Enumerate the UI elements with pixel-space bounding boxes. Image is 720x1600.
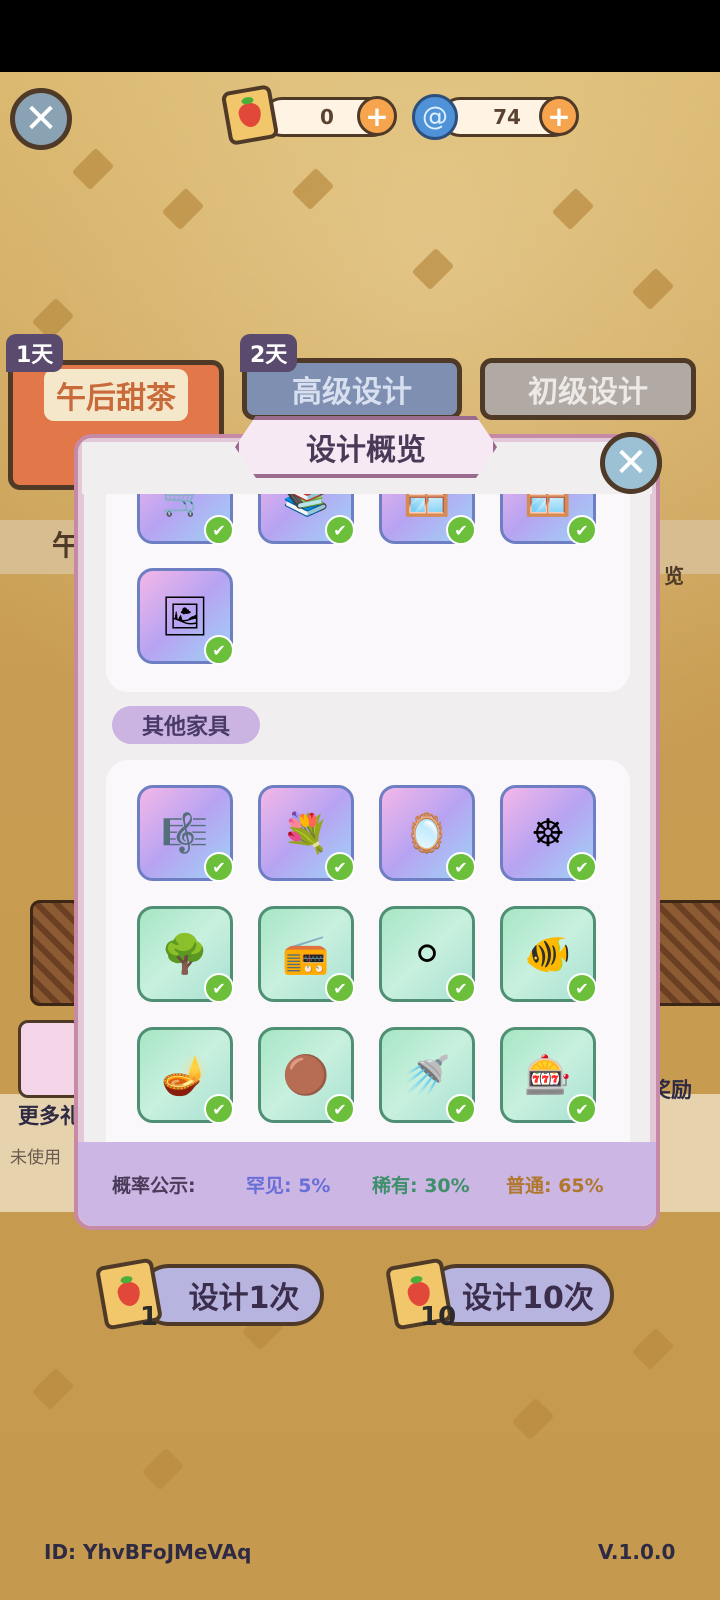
- unused-label: 未使用: [10, 1148, 61, 1168]
- player-id: ID: YhvBFoJMeVAq: [44, 1540, 252, 1564]
- common-rate: 普通: 65%: [506, 1174, 604, 1197]
- radio-icon: 📻: [282, 931, 330, 976]
- check-icon: ✔: [204, 515, 234, 545]
- add-gem-button[interactable]: +: [539, 96, 579, 136]
- design-once-button[interactable]: 设计1次: [138, 1264, 324, 1326]
- app-version: V.1.0.0: [598, 1540, 676, 1564]
- gem-currency: 74 +: [440, 96, 579, 137]
- shower-icon: 🚿: [403, 1052, 451, 1097]
- check-icon: ✔: [204, 852, 234, 882]
- item-card[interactable]: 📻 ✔: [258, 906, 355, 1003]
- check-icon: ✔: [567, 852, 597, 882]
- check-icon: ✔: [446, 973, 476, 1003]
- item-card[interactable]: ☸ ✔: [500, 785, 597, 882]
- overview-label: 览: [664, 564, 684, 588]
- item-card[interactable]: 🎰 ✔: [500, 1027, 597, 1124]
- probability-footer: 概率公示: 罕见: 5% 稀有: 30% 普通: 65%: [78, 1142, 656, 1226]
- claw-machine-icon: 🎰: [524, 1052, 572, 1097]
- add-scroll-button[interactable]: +: [357, 96, 397, 136]
- mirror-icon: 🪞: [403, 810, 451, 855]
- gift-box-icon[interactable]: [18, 1020, 82, 1098]
- item-card[interactable]: 🚿 ✔: [379, 1027, 476, 1124]
- uncommon-rate: 稀有: 30%: [372, 1174, 470, 1197]
- check-icon: ✔: [567, 1094, 597, 1124]
- robot-vacuum-icon: ⚪: [411, 932, 443, 976]
- check-icon: ✔: [325, 1094, 355, 1124]
- harp-icon: 🎼: [161, 810, 209, 855]
- probability-label: 概率公示:: [112, 1174, 196, 1197]
- flower-vase-icon: 💐: [282, 810, 330, 855]
- item-card[interactable]: 🖼 ✔: [137, 568, 234, 665]
- orange-tree-icon: 🌳: [161, 931, 209, 976]
- spinning-wheel-icon: ☸: [530, 811, 566, 855]
- item-card[interactable]: 💐 ✔: [258, 785, 355, 882]
- rare-rate: 罕见: 5%: [246, 1174, 331, 1197]
- modal-close-button[interactable]: ✕: [600, 432, 662, 494]
- check-icon: ✔: [204, 635, 234, 665]
- design-once-cost: 1: [140, 1302, 159, 1332]
- check-icon: ✔: [567, 515, 597, 545]
- scroll-currency: 0 +: [262, 96, 397, 137]
- round-rug-icon: 🟤: [282, 1052, 330, 1097]
- item-card[interactable]: 🪞 ✔: [379, 785, 476, 882]
- section-other-furniture: 其他家具: [112, 706, 260, 744]
- item-card[interactable]: 🎼 ✔: [137, 785, 234, 882]
- design-scroll-icon: [220, 84, 280, 146]
- tab-basic-design[interactable]: 初级设计: [480, 358, 696, 420]
- design-ten-cost: 10: [420, 1302, 457, 1332]
- painting-icon: 🖼: [160, 593, 210, 638]
- check-icon: ✔: [204, 1094, 234, 1124]
- check-icon: ✔: [446, 515, 476, 545]
- modal-title: 设计概览: [235, 416, 497, 478]
- status-bar: [0, 0, 720, 72]
- check-icon: ✔: [325, 973, 355, 1003]
- check-icon: ✔: [567, 973, 597, 1003]
- tab-day-badge: 2天: [240, 334, 298, 372]
- item-card[interactable]: 🪔 ✔: [137, 1027, 234, 1124]
- floor-lamp-icon: 🪔: [161, 1052, 209, 1097]
- swirl-gem-icon: @: [412, 94, 458, 140]
- check-icon: ✔: [325, 515, 355, 545]
- basket-right: [650, 900, 720, 1006]
- more-gifts-label: 更多礼: [18, 1104, 81, 1128]
- item-card[interactable]: 🌳 ✔: [137, 906, 234, 1003]
- gem-count: 74: [493, 105, 521, 129]
- tab-day-badge: 1天: [6, 334, 64, 372]
- scroll-count: 0: [320, 105, 334, 129]
- close-button[interactable]: ✕: [10, 88, 72, 150]
- check-icon: ✔: [204, 973, 234, 1003]
- check-icon: ✔: [446, 852, 476, 882]
- item-card[interactable]: ⚪ ✔: [379, 906, 476, 1003]
- check-icon: ✔: [325, 852, 355, 882]
- aquarium-icon: 🐠: [524, 931, 572, 976]
- check-icon: ✔: [446, 1094, 476, 1124]
- item-card[interactable]: 🟤 ✔: [258, 1027, 355, 1124]
- item-card[interactable]: 🐠 ✔: [500, 906, 597, 1003]
